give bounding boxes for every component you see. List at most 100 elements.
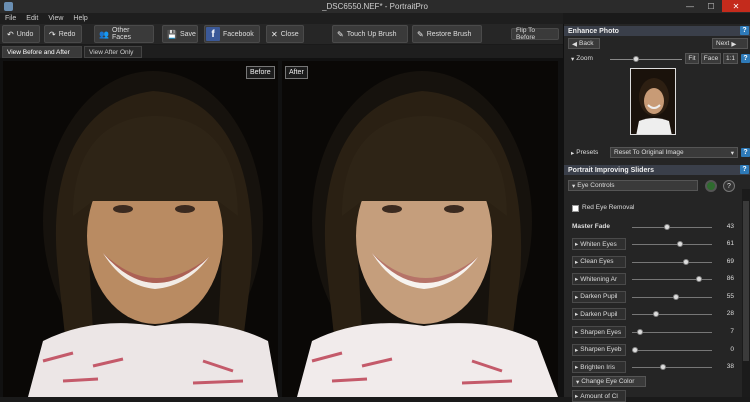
zoom-toggle[interactable]: ▾ Zoom bbox=[568, 53, 598, 64]
slider-track[interactable] bbox=[632, 346, 712, 353]
restore-brush-button[interactable]: ✎ Restore Brush bbox=[412, 25, 482, 43]
slider-value: 55 bbox=[726, 292, 734, 300]
presets-toggle[interactable]: ▸ Presets bbox=[568, 147, 606, 158]
slider-value: 28 bbox=[726, 310, 734, 318]
maximize-button[interactable]: ☐ bbox=[701, 0, 721, 12]
slider-expand-button[interactable]: ▸ Darken Pupil bbox=[572, 308, 626, 321]
slider-label: Whitening Ar bbox=[580, 275, 618, 283]
chevron-right-icon: ▸ bbox=[575, 293, 579, 301]
thumbnail-photo bbox=[631, 69, 675, 134]
slider-expand-button[interactable]: ▸ Whiten Eyes bbox=[572, 238, 626, 250]
minimize-button[interactable]: — bbox=[680, 0, 700, 12]
one-to-one-button[interactable]: 1:1 bbox=[723, 53, 738, 64]
before-pane[interactable]: Before bbox=[3, 61, 278, 397]
menu-help[interactable]: Help bbox=[73, 15, 87, 22]
slider-knob[interactable] bbox=[695, 276, 702, 283]
slider-expand-button[interactable]: ▸ Whitening Ar bbox=[572, 273, 626, 286]
tab-before-after[interactable]: View Before and After bbox=[2, 46, 82, 58]
touch-up-label: Touch Up Brush bbox=[346, 30, 397, 38]
restore-label: Restore Brush bbox=[426, 30, 472, 38]
undo-icon: ↶ bbox=[7, 29, 14, 39]
slider-expand-button[interactable]: ▸ Brighten Iris bbox=[572, 361, 626, 374]
master-fade-label: Master Fade bbox=[572, 223, 610, 230]
redo-button[interactable]: ↷ Redo bbox=[44, 25, 82, 43]
before-label: Before bbox=[246, 66, 275, 79]
zoom-help-icon[interactable]: ? bbox=[741, 54, 750, 63]
window-title: _DSC6550.NEF* - PortraitPro bbox=[322, 2, 428, 11]
app-icon bbox=[4, 2, 13, 11]
slider-expand-button[interactable]: ▸ Clean Eyes bbox=[572, 255, 626, 268]
touch-up-brush-button[interactable]: ✎ Touch Up Brush bbox=[332, 25, 408, 43]
slider-track[interactable] bbox=[632, 293, 712, 300]
face-button[interactable]: Face bbox=[701, 53, 721, 64]
slider-value: 0 bbox=[730, 345, 734, 353]
change-eye-color-label: Change Eye Color bbox=[581, 378, 635, 385]
slider-track[interactable] bbox=[632, 241, 712, 247]
slider-row-amount: ▸ Amount of Cl bbox=[572, 390, 742, 402]
chevron-right-icon: ▸ bbox=[575, 393, 579, 400]
navigator-thumbnail[interactable] bbox=[630, 68, 676, 135]
back-button[interactable]: ◀ Back bbox=[568, 38, 600, 49]
red-eye-checkbox[interactable] bbox=[572, 205, 579, 212]
presets-help-icon[interactable]: ? bbox=[741, 148, 750, 157]
slider-track[interactable] bbox=[632, 329, 712, 335]
tab-after-only[interactable]: View After Only bbox=[84, 46, 142, 58]
chevron-right-icon: ▸ bbox=[575, 329, 579, 336]
slider-value: 7 bbox=[730, 328, 734, 335]
save-button[interactable]: 💾 Save bbox=[162, 25, 198, 43]
scrollbar-thumb[interactable] bbox=[743, 201, 749, 361]
slider-knob[interactable] bbox=[660, 364, 667, 371]
flip-label: Flip To Before bbox=[516, 27, 536, 41]
back-label: Back bbox=[579, 40, 594, 47]
facebook-icon: f bbox=[206, 27, 220, 41]
menu-view[interactable]: View bbox=[48, 15, 63, 22]
zoom-slider-knob[interactable] bbox=[633, 56, 640, 62]
eye-controls-section[interactable]: ▾ Eye Controls bbox=[568, 180, 698, 191]
slider-row-amount-button[interactable]: ▸ Amount of Cl bbox=[572, 390, 626, 402]
flip-to-before-button[interactable]: Flip To Before bbox=[511, 27, 559, 41]
chevron-down-icon: ▾ bbox=[576, 378, 580, 386]
slider-track[interactable] bbox=[632, 258, 712, 265]
master-fade-track[interactable] bbox=[632, 224, 712, 230]
facebook-button[interactable]: f Facebook bbox=[204, 25, 260, 43]
zoom-slider[interactable] bbox=[610, 56, 682, 62]
master-fade-knob[interactable] bbox=[663, 224, 670, 230]
before-photo bbox=[3, 61, 278, 397]
arrow-right-icon: ▶ bbox=[731, 40, 737, 48]
slider-knob[interactable] bbox=[672, 293, 679, 300]
sliders-help-icon[interactable]: ? bbox=[740, 165, 749, 174]
menu-file[interactable]: File bbox=[5, 15, 16, 22]
presets-dropdown[interactable]: Reset To Original Image ▾ bbox=[610, 147, 738, 158]
arrow-left-icon: ◀ bbox=[572, 40, 577, 48]
section-enable-toggle[interactable] bbox=[705, 180, 717, 192]
slider-track[interactable] bbox=[632, 276, 712, 283]
undo-button[interactable]: ↶ Undo bbox=[2, 25, 40, 43]
slider-expand-button[interactable]: ▸ Sharpen Eyes bbox=[572, 326, 626, 338]
slider-expand-button[interactable]: ▸ Darken Pupil bbox=[572, 290, 626, 303]
help-icon[interactable]: ? bbox=[740, 26, 749, 35]
slider-track[interactable] bbox=[632, 364, 712, 371]
section-help-icon[interactable]: ? bbox=[723, 180, 735, 192]
slider-expand-button[interactable]: ▸ Sharpen Eyeb bbox=[572, 343, 626, 356]
slider-knob[interactable] bbox=[677, 241, 684, 247]
slider-knob[interactable] bbox=[637, 329, 644, 335]
slider-knob[interactable] bbox=[652, 311, 659, 318]
sliders-scrollbar[interactable] bbox=[742, 189, 750, 397]
slider-label: Darken Pupil bbox=[580, 310, 618, 318]
red-eye-label: Red Eye Removal bbox=[582, 204, 635, 211]
close-window-button[interactable]: ✕ bbox=[722, 0, 750, 12]
slider-knob[interactable] bbox=[683, 258, 690, 265]
next-button[interactable]: Next ▶ bbox=[712, 38, 748, 49]
slider-track[interactable] bbox=[632, 311, 712, 318]
change-eye-color-section[interactable]: ▾ Change Eye Color bbox=[572, 376, 646, 387]
close-label: Close bbox=[280, 30, 299, 38]
after-pane[interactable]: After bbox=[282, 61, 558, 397]
slider-knob[interactable] bbox=[632, 346, 638, 353]
menu-edit[interactable]: Edit bbox=[26, 15, 38, 22]
close-photo-button[interactable]: ✕ Close bbox=[266, 25, 304, 43]
slider-label: Sharpen Eyes bbox=[580, 328, 622, 336]
view-tabs: View Before and After View After Only bbox=[0, 45, 563, 58]
other-faces-button[interactable]: 👥 Other Faces bbox=[94, 25, 154, 43]
redo-label: Redo bbox=[58, 30, 76, 38]
fit-button[interactable]: Fit bbox=[685, 53, 699, 64]
